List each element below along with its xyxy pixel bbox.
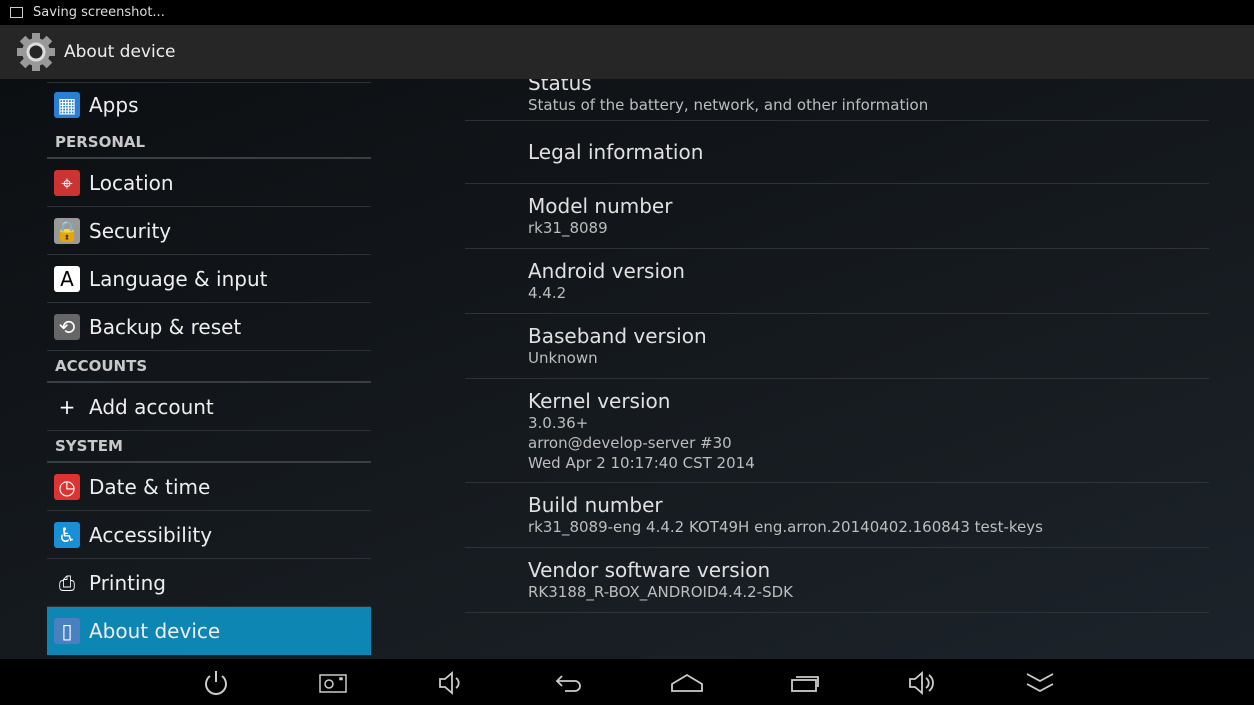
language-icon: A [54,265,80,292]
detail-baseband-version[interactable]: Baseband version Unknown [465,314,1209,379]
detail-summary: Status of the battery, network, and othe… [528,95,929,114]
recent-apps-icon[interactable] [785,667,825,699]
detail-summary: rk31_8089-eng 4.4.2 KOT49H eng.arron.201… [528,518,1043,536]
detail-summary: 4.4.2 [528,284,567,302]
sidebar-item-label: Backup & reset [89,314,242,339]
printer-icon: ⎙ [59,570,75,595]
back-icon[interactable] [549,667,589,699]
detail-summary: 3.0.36+ [528,413,589,432]
detail-build-number[interactable]: Build number rk31_8089-eng 4.4.2 KOT49H e… [465,483,1209,548]
detail-model-number[interactable]: Model number rk31_8089 [465,184,1209,249]
detail-summary: Unknown [528,349,598,367]
detail-title: Status [528,79,592,95]
status-bar: Saving screenshot... [0,0,1254,25]
sidebar-item-security[interactable]: 🔒 Security [47,207,371,255]
detail-kernel-version[interactable]: Kernel version 3.0.36+ arron@develop-serve… [465,379,1209,483]
detail-summary: RK3188_R-BOX_ANDROID4.4.2-SDK [528,583,793,601]
detail-title: Android version [528,259,685,283]
about-details-list[interactable]: Status Status of the battery, network, an… [465,79,1209,613]
home-icon[interactable] [667,667,707,699]
action-bar: About device [0,25,1254,79]
detail-title: Model number [528,194,673,218]
sidebar-item-about-device[interactable]: ▯ About device [47,607,371,655]
detail-android-version[interactable]: Android version 4.4.2 [465,249,1209,314]
sidebar-item-label: Add account [89,394,214,419]
volume-up-icon[interactable] [902,667,942,699]
content: ▦ Apps PERSONAL ⌖ Location 🔒 Security A Language… [0,79,1254,659]
plus-icon: + [58,394,76,419]
notification-text: Saving screenshot... [33,5,165,20]
lock-icon: 🔒 [54,217,80,244]
sidebar-item-location[interactable]: ⌖ Location [47,159,371,207]
backup-icon: ⟲ [54,313,80,340]
detail-title: Baseband version [528,324,707,348]
location-icon: ⌖ [54,169,80,196]
volume-down-icon[interactable] [431,667,471,699]
section-header: ACCOUNTS [47,351,371,383]
sidebar-item-language-input[interactable]: A Language & input [47,255,371,303]
detail-status[interactable]: Status Status of the battery, network, an… [465,79,1209,121]
clock-icon: ◷ [54,473,80,500]
navigation-bar [0,659,1254,705]
sidebar-item-accessibility[interactable]: ♿ Accessibility [47,511,371,559]
detail-summary: Wed Apr 2 10:17:40 CST 2014 [528,453,755,472]
device-info-icon: ▯ [54,618,80,644]
sidebar-item-apps[interactable]: ▦ Apps [47,83,371,127]
sidebar-item-label: Printing [89,570,166,595]
detail-title: Vendor software version [528,558,771,582]
sidebar-item-label: Language & input [89,266,268,291]
page-title: About device [64,42,176,62]
sidebar-item-label: About device [89,619,221,643]
detail-legal-information[interactable]: Legal information [465,121,1209,184]
image-icon [10,7,23,18]
accessibility-icon: ♿ [54,521,80,548]
sidebar-item-date-time[interactable]: ◷ Date & time [47,463,371,511]
sidebar-item-printing[interactable]: ⎙ Printing [47,559,371,607]
detail-summary: rk31_8089 [528,219,608,237]
detail-title: Build number [528,493,663,517]
power-icon[interactable] [196,667,236,699]
settings-sidebar[interactable]: ▦ Apps PERSONAL ⌖ Location 🔒 Security A Language… [47,79,371,655]
section-header: PERSONAL [47,127,371,159]
detail-title: Kernel version [528,388,671,413]
sidebar-item-label: Date & time [89,474,211,499]
sidebar-item-label: Apps [89,93,139,117]
detail-summary: arron@develop-server #30 [528,433,732,452]
sidebar-item-backup-reset[interactable]: ⟲ Backup & reset [47,303,371,351]
sidebar-item-label: Location [89,170,174,195]
apps-icon: ▦ [54,92,80,118]
section-header: SYSTEM [47,431,371,463]
detail-vendor-software-version[interactable]: Vendor software version RK3188_R-BOX_ANDR… [465,548,1209,613]
sidebar-item-label: Accessibility [89,522,213,547]
sidebar-item-label: Security [89,218,172,243]
detail-title: Legal information [528,140,704,164]
sidebar-item-add-account[interactable]: + Add account [47,383,371,431]
settings-gear-icon[interactable] [14,30,58,74]
screenshot-icon[interactable] [313,667,353,699]
collapse-icon[interactable] [1020,667,1060,699]
